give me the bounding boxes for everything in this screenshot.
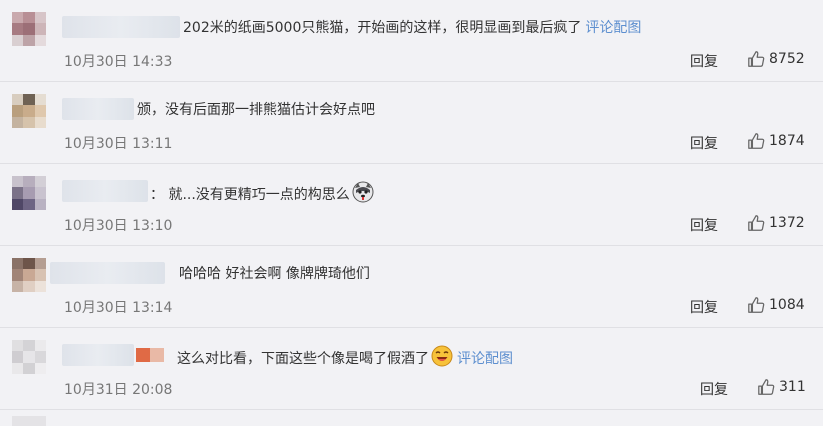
avatar[interactable] [12, 176, 46, 210]
like-button[interactable]: 8752 [747, 50, 805, 68]
comment-body: ： 就...没有更精巧一点的构思么 [150, 187, 350, 203]
like-count: 1874 [769, 133, 805, 149]
comment-text: 这么对比看，下面这些个像是喝了假酒了 评论配图 [177, 345, 513, 370]
like-button[interactable]: 1372 [747, 214, 805, 232]
like-button[interactable]: 1084 [747, 296, 805, 314]
avatar[interactable] [12, 258, 46, 292]
avatar[interactable] [12, 94, 46, 128]
comment-text: 202米的纸画5000只熊猫，开始画的这样，很明显画到最后疯了 评论配图 [183, 17, 641, 39]
comment-item: 颁，没有后面那一排熊猫估计会好点吧 10月30日 13:11 回复 1874 [0, 82, 823, 164]
timestamp: 10月30日 13:10 [64, 218, 173, 234]
comment-body: 颁，没有后面那一排熊猫估计会好点吧 [137, 102, 375, 118]
reply-button[interactable]: 回复 [690, 297, 718, 317]
username-blurred[interactable] [62, 180, 148, 202]
timestamp: 10月31日 20:08 [64, 382, 173, 398]
username-blurred[interactable] [62, 344, 134, 366]
username-color-block [136, 348, 150, 362]
reply-button[interactable]: 回复 [690, 215, 718, 235]
timestamp: 10月30日 13:11 [64, 136, 173, 152]
comment-text: 颁，没有后面那一排熊猫估计会好点吧 [137, 99, 375, 121]
thumbs-up-icon [748, 215, 765, 231]
comment-item: 哈哈哈 好社会啊 像牌牌琦他们 10月30日 13:14 回复 1084 [0, 246, 823, 328]
like-button[interactable]: 311 [757, 378, 806, 396]
comment-image-link[interactable]: 评论配图 [457, 351, 513, 367]
comment-image-link[interactable]: 评论配图 [585, 20, 641, 36]
reply-button[interactable]: 回复 [690, 133, 718, 153]
laughing-emoji-icon [431, 345, 453, 367]
like-count: 1084 [769, 297, 805, 313]
avatar[interactable] [12, 12, 46, 46]
comment-item: 202米的纸画5000只熊猫，开始画的这样，很明显画到最后疯了 评论配图 10月3… [0, 0, 823, 82]
username-blurred[interactable] [62, 98, 134, 120]
comment-body: 这么对比看，下面这些个像是喝了假酒了 [177, 351, 429, 367]
thumbs-up-icon [748, 51, 765, 67]
reply-button[interactable]: 回复 [700, 379, 728, 399]
thumbs-up-icon [748, 297, 765, 313]
username-blurred[interactable] [50, 262, 165, 284]
thumbs-up-icon [758, 379, 775, 395]
comment-text: 哈哈哈 好社会啊 像牌牌琦他们 [179, 263, 370, 285]
like-count: 311 [779, 379, 806, 395]
comment-item: ： 就...没有更精巧一点的构思么 10月30日 13:10 回复 1372 [0, 164, 823, 246]
avatar[interactable] [12, 416, 46, 426]
comment-text: ： 就...没有更精巧一点的构思么 [150, 181, 374, 206]
timestamp: 10月30日 13:14 [64, 300, 173, 316]
thumbs-up-icon [748, 133, 765, 149]
username-blurred[interactable] [62, 16, 180, 38]
like-button[interactable]: 1874 [747, 132, 805, 150]
like-count: 8752 [769, 51, 805, 67]
comment-body: 哈哈哈 好社会啊 像牌牌琦他们 [179, 266, 370, 282]
timestamp: 10月30日 14:33 [64, 54, 173, 70]
avatar[interactable] [12, 340, 46, 374]
husky-emoji-icon [352, 181, 374, 203]
reply-button[interactable]: 回复 [690, 51, 718, 71]
like-count: 1372 [769, 215, 805, 231]
comment-body: 202米的纸画5000只熊猫，开始画的这样，很明显画到最后疯了 [183, 20, 582, 36]
comment-item: 这么对比看，下面这些个像是喝了假酒了 评论配图 10月31日 20:08 回复 3… [0, 328, 823, 410]
username-color-block [150, 348, 164, 362]
